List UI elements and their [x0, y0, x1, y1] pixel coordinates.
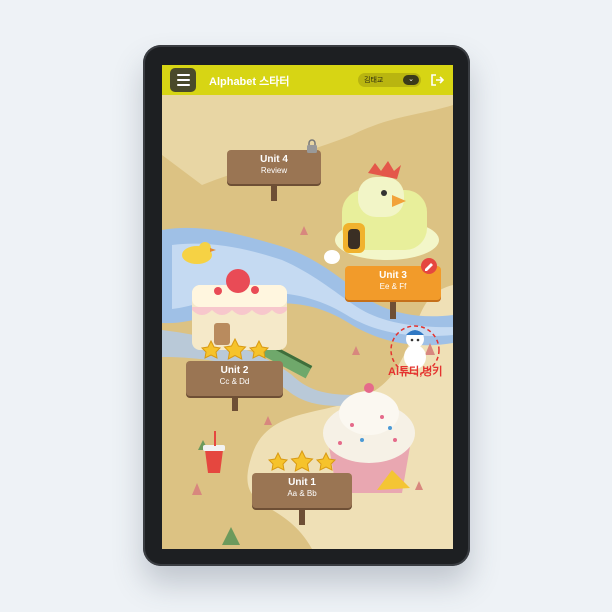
star-icon — [248, 339, 270, 359]
top-bar: Alphabet 스타터 김태교 ⌄ — [162, 65, 453, 95]
user-select[interactable]: 김태교 ⌄ — [358, 73, 421, 87]
star-icon — [267, 451, 289, 471]
unit-title: Unit 2 — [220, 365, 249, 376]
unit-4-sign[interactable]: Unit 4 Review — [227, 150, 321, 184]
logout-icon[interactable] — [430, 73, 444, 87]
star-icon — [200, 339, 222, 359]
unit-subtitle: Aa & Bb — [287, 489, 317, 498]
user-name: 김태교 — [364, 77, 384, 84]
unit-1-sign[interactable]: Unit 1 Aa & Bb — [252, 473, 352, 508]
unit-subtitle: Review — [260, 166, 288, 175]
tablet-device: Alphabet 스타터 김태교 ⌄ Unit 4 Review Unit 3 … — [143, 45, 470, 566]
app-screen: Alphabet 스타터 김태교 ⌄ Unit 4 Review Unit 3 … — [162, 65, 453, 549]
chevron-down-icon: ⌄ — [403, 75, 419, 85]
menu-button[interactable] — [170, 68, 196, 92]
unit-title: Unit 1 — [288, 477, 316, 488]
unit-title: Unit 4 — [260, 154, 288, 165]
app-title: Alphabet 스타터 — [209, 76, 290, 88]
star-icon — [290, 450, 314, 472]
menu-icon — [176, 74, 190, 76]
unit-2-sign[interactable]: Unit 2 Cc & Dd — [186, 361, 283, 396]
lock-icon — [307, 139, 317, 153]
adventure-map: Unit 4 Review Unit 3 Ee & Ff Unit 2 Cc &… — [162, 95, 453, 549]
unit-subtitle: Ee & Ff — [379, 282, 407, 291]
ai-tutor-label: AI튜터,빙키 — [388, 366, 443, 378]
star-icon — [315, 451, 337, 471]
pencil-icon — [421, 258, 437, 274]
star-icon — [223, 338, 247, 360]
unit-subtitle: Cc & Dd — [219, 377, 250, 386]
